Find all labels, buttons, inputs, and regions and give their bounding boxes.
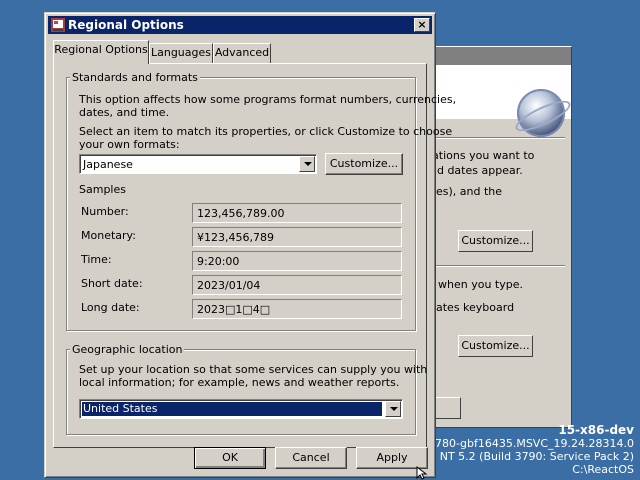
sample-label-time: Time: bbox=[81, 253, 112, 266]
background-window-header bbox=[421, 65, 571, 137]
tab-advanced[interactable]: Advanced bbox=[213, 43, 271, 63]
version-line-3: orting NT 5.2 (Build 3790: Service Pack … bbox=[403, 450, 634, 463]
standards-description-2: dates, and time. bbox=[79, 106, 170, 119]
background-text-5: ates keyboard bbox=[436, 301, 515, 314]
geo-group-label: Geographic location bbox=[70, 343, 185, 356]
sample-value: 2023□1□4□ bbox=[197, 303, 271, 316]
tab-languages[interactable]: Languages bbox=[149, 43, 213, 63]
background-text-4: when you type. bbox=[438, 278, 523, 291]
standards-instruction-2: your own formats: bbox=[79, 138, 180, 151]
version-line-2: dev-3780-gbf16435.MSVC_19.24.28314.0 bbox=[404, 437, 634, 450]
divider bbox=[427, 265, 565, 267]
background-window-titlebar bbox=[421, 47, 571, 65]
location-select[interactable]: United States bbox=[79, 399, 403, 419]
mouse-cursor-icon bbox=[416, 466, 428, 480]
sample-field-long-date: 2023□1□4□ bbox=[192, 299, 402, 319]
close-button[interactable]: × bbox=[414, 18, 430, 32]
background-customize-button-1[interactable]: Customize... bbox=[458, 230, 533, 252]
version-line-1: 15-x86-dev bbox=[558, 423, 634, 437]
titlebar[interactable]: Regional Options × bbox=[48, 16, 432, 34]
chevron-down-icon[interactable] bbox=[299, 156, 315, 172]
tab-label: Languages bbox=[150, 46, 212, 59]
sample-value: 9:20:00 bbox=[197, 255, 240, 268]
standards-group-label: Standards and formats bbox=[70, 71, 200, 84]
locale-select[interactable]: Japanese bbox=[79, 154, 317, 174]
ok-button[interactable]: OK bbox=[194, 447, 266, 469]
background-text-2: nd dates appear. bbox=[430, 164, 523, 177]
standards-instruction-1: Select an item to match its properties, … bbox=[79, 125, 453, 138]
cancel-button[interactable]: Cancel bbox=[275, 447, 347, 469]
geo-group bbox=[66, 349, 416, 435]
regional-options-icon bbox=[51, 18, 65, 32]
samples-heading: Samples bbox=[79, 183, 126, 196]
dialog-title: Regional Options bbox=[68, 18, 184, 32]
chevron-down-icon[interactable] bbox=[385, 401, 401, 417]
sample-field-short-date: 2023/01/04 bbox=[192, 275, 402, 295]
sample-value: 2023/01/04 bbox=[197, 279, 261, 292]
geo-description-1: Set up your location so that some servic… bbox=[79, 363, 428, 376]
sample-field-time: 9:20:00 bbox=[192, 251, 402, 271]
close-icon: × bbox=[417, 18, 427, 31]
location-select-value: United States bbox=[81, 401, 383, 417]
globe-icon bbox=[517, 89, 565, 137]
tab-label: Advanced bbox=[214, 46, 270, 59]
standards-description-1: This option affects how some programs fo… bbox=[79, 93, 457, 106]
tab-label: Regional Options bbox=[54, 43, 148, 56]
sample-label-monetary: Monetary: bbox=[81, 229, 136, 242]
sample-value: ¥123,456,789 bbox=[197, 231, 274, 244]
locale-select-value: Japanese bbox=[83, 158, 133, 171]
sample-label-number: Number: bbox=[81, 205, 129, 218]
regional-options-dialog: Regional Options × Regional Options Lang… bbox=[44, 12, 456, 478]
background-text-1: cations you want to bbox=[426, 149, 535, 162]
sample-field-number: 123,456,789.00 bbox=[192, 203, 402, 223]
customize-button[interactable]: Customize... bbox=[325, 153, 403, 175]
sample-value: 123,456,789.00 bbox=[197, 207, 285, 220]
version-line-4: C:\ReactOS bbox=[572, 463, 634, 476]
background-text-3: es), and the bbox=[436, 185, 503, 198]
geo-description-2: local information; for example, news and… bbox=[79, 376, 400, 389]
tab-regional-options[interactable]: Regional Options bbox=[53, 40, 149, 64]
background-customize-button-2[interactable]: Customize... bbox=[458, 335, 533, 357]
sample-field-monetary: ¥123,456,789 bbox=[192, 227, 402, 247]
sample-label-short-date: Short date: bbox=[81, 277, 143, 290]
sample-label-long-date: Long date: bbox=[81, 301, 140, 314]
